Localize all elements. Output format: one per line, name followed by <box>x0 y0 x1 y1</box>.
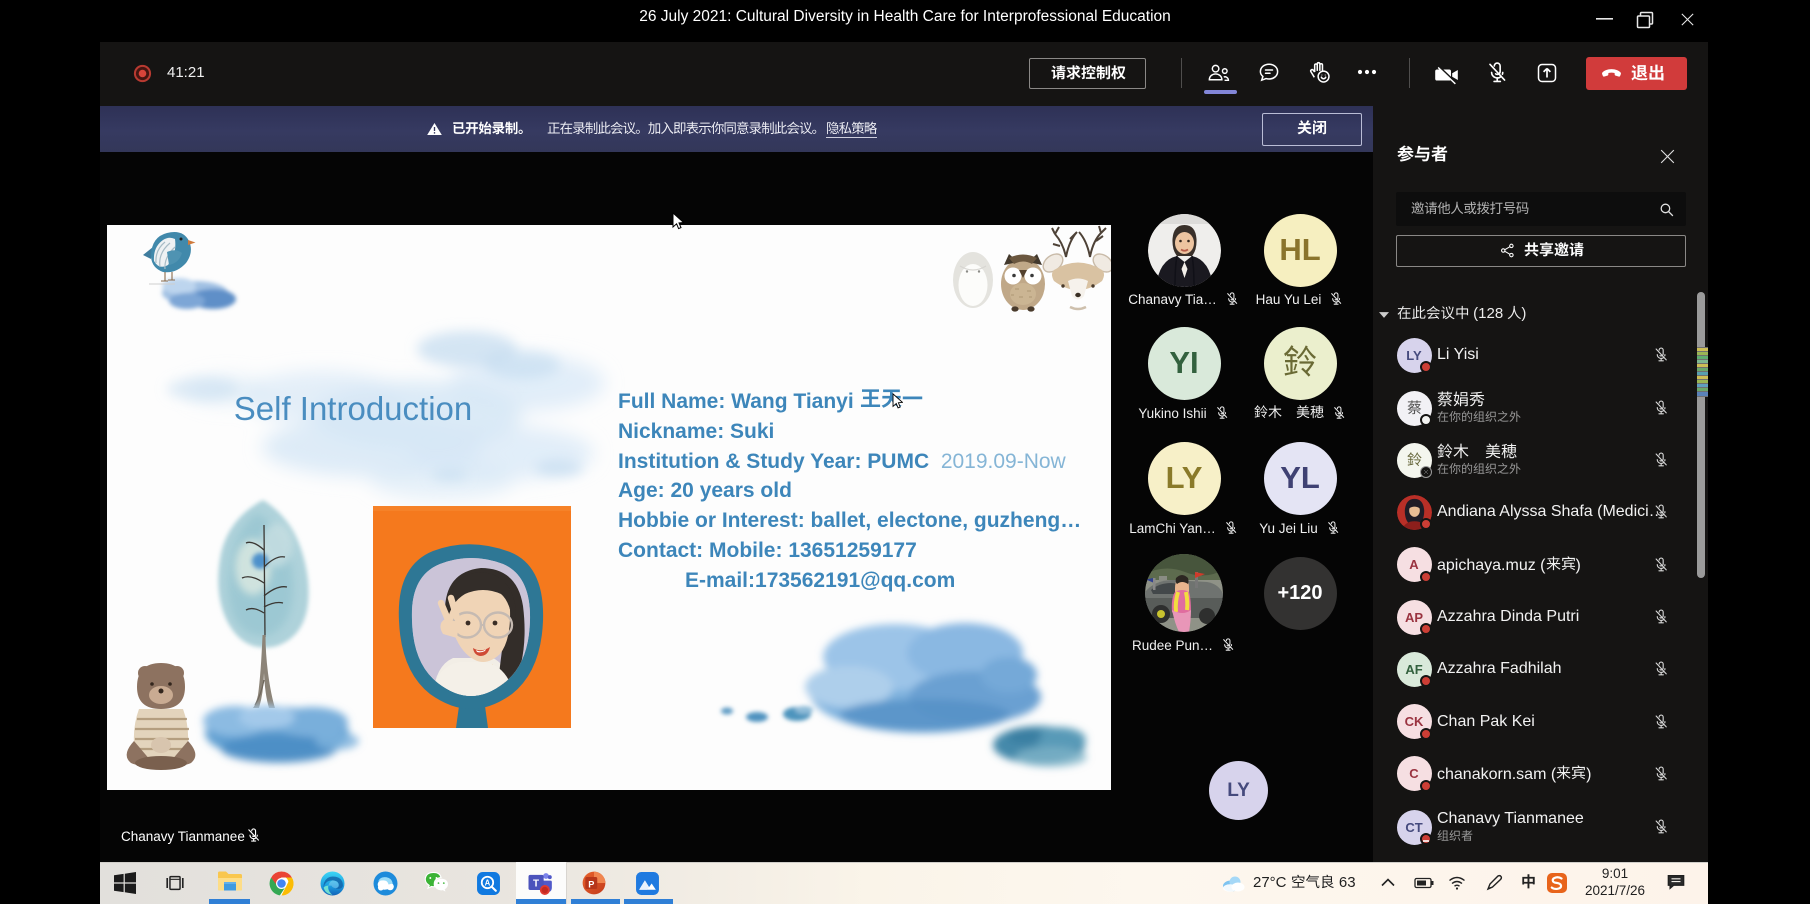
svg-text:T: T <box>533 879 539 890</box>
svg-text:P: P <box>588 879 594 889</box>
svg-text:A: A <box>485 879 491 888</box>
